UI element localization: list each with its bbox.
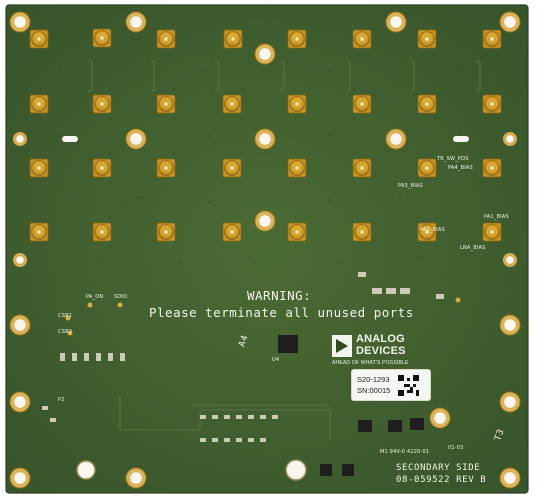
label-pa4-bias: PA4_BIAS (448, 165, 473, 171)
sticker-part: S20-1293 (357, 375, 390, 384)
footer-side: SECONDARY SIDE (396, 463, 481, 473)
label-csb2: CSB2 (58, 329, 73, 335)
logo-line-2: DEVICES (356, 345, 406, 357)
tooling-hole-left (76, 460, 96, 480)
label-lna-bias: LNA_BIAS (460, 245, 486, 251)
label-rev-0103: 01-03 (448, 445, 464, 451)
label-pa3-bias: PA3_BIAS (398, 183, 423, 189)
logo-text: ANALOG DEVICES (356, 333, 406, 357)
label-u4: U4 (272, 357, 280, 363)
label-pa1-bias: PA1_BIAS (484, 214, 509, 220)
warning-title: WARNING: (247, 288, 312, 303)
sticker-serial: SN:00015 (357, 386, 391, 395)
label-sdio: SDIO (114, 294, 128, 300)
logo-line-1: ANALOG (356, 333, 405, 345)
label-p2: P2 (58, 397, 65, 403)
tooling-hole-right (285, 459, 307, 481)
logo-tagline: AHEAD OF WHAT'S POSSIBLE (332, 360, 409, 366)
slot-right (453, 136, 469, 142)
label-csb1: CSB1 (58, 313, 73, 319)
logo-triangle-icon (332, 335, 352, 357)
analog-devices-logo: ANALOG DEVICES AHEAD OF WHAT'S POSSIBLE (332, 333, 444, 373)
qr-code-icon (398, 375, 419, 396)
label-pa-on: PA_ON (86, 294, 104, 300)
label-pa2-bias: PA2_BIAS (420, 227, 445, 233)
footer-part-rev: 08-059522 REV B (396, 475, 487, 485)
label-tr-sw-pos: TR_SW_POS (437, 156, 469, 162)
slot-left (62, 136, 78, 142)
label-pcb-code: M1 94V-0 4220-01 (380, 449, 430, 455)
warning-body: Please terminate all unused ports (149, 305, 414, 320)
